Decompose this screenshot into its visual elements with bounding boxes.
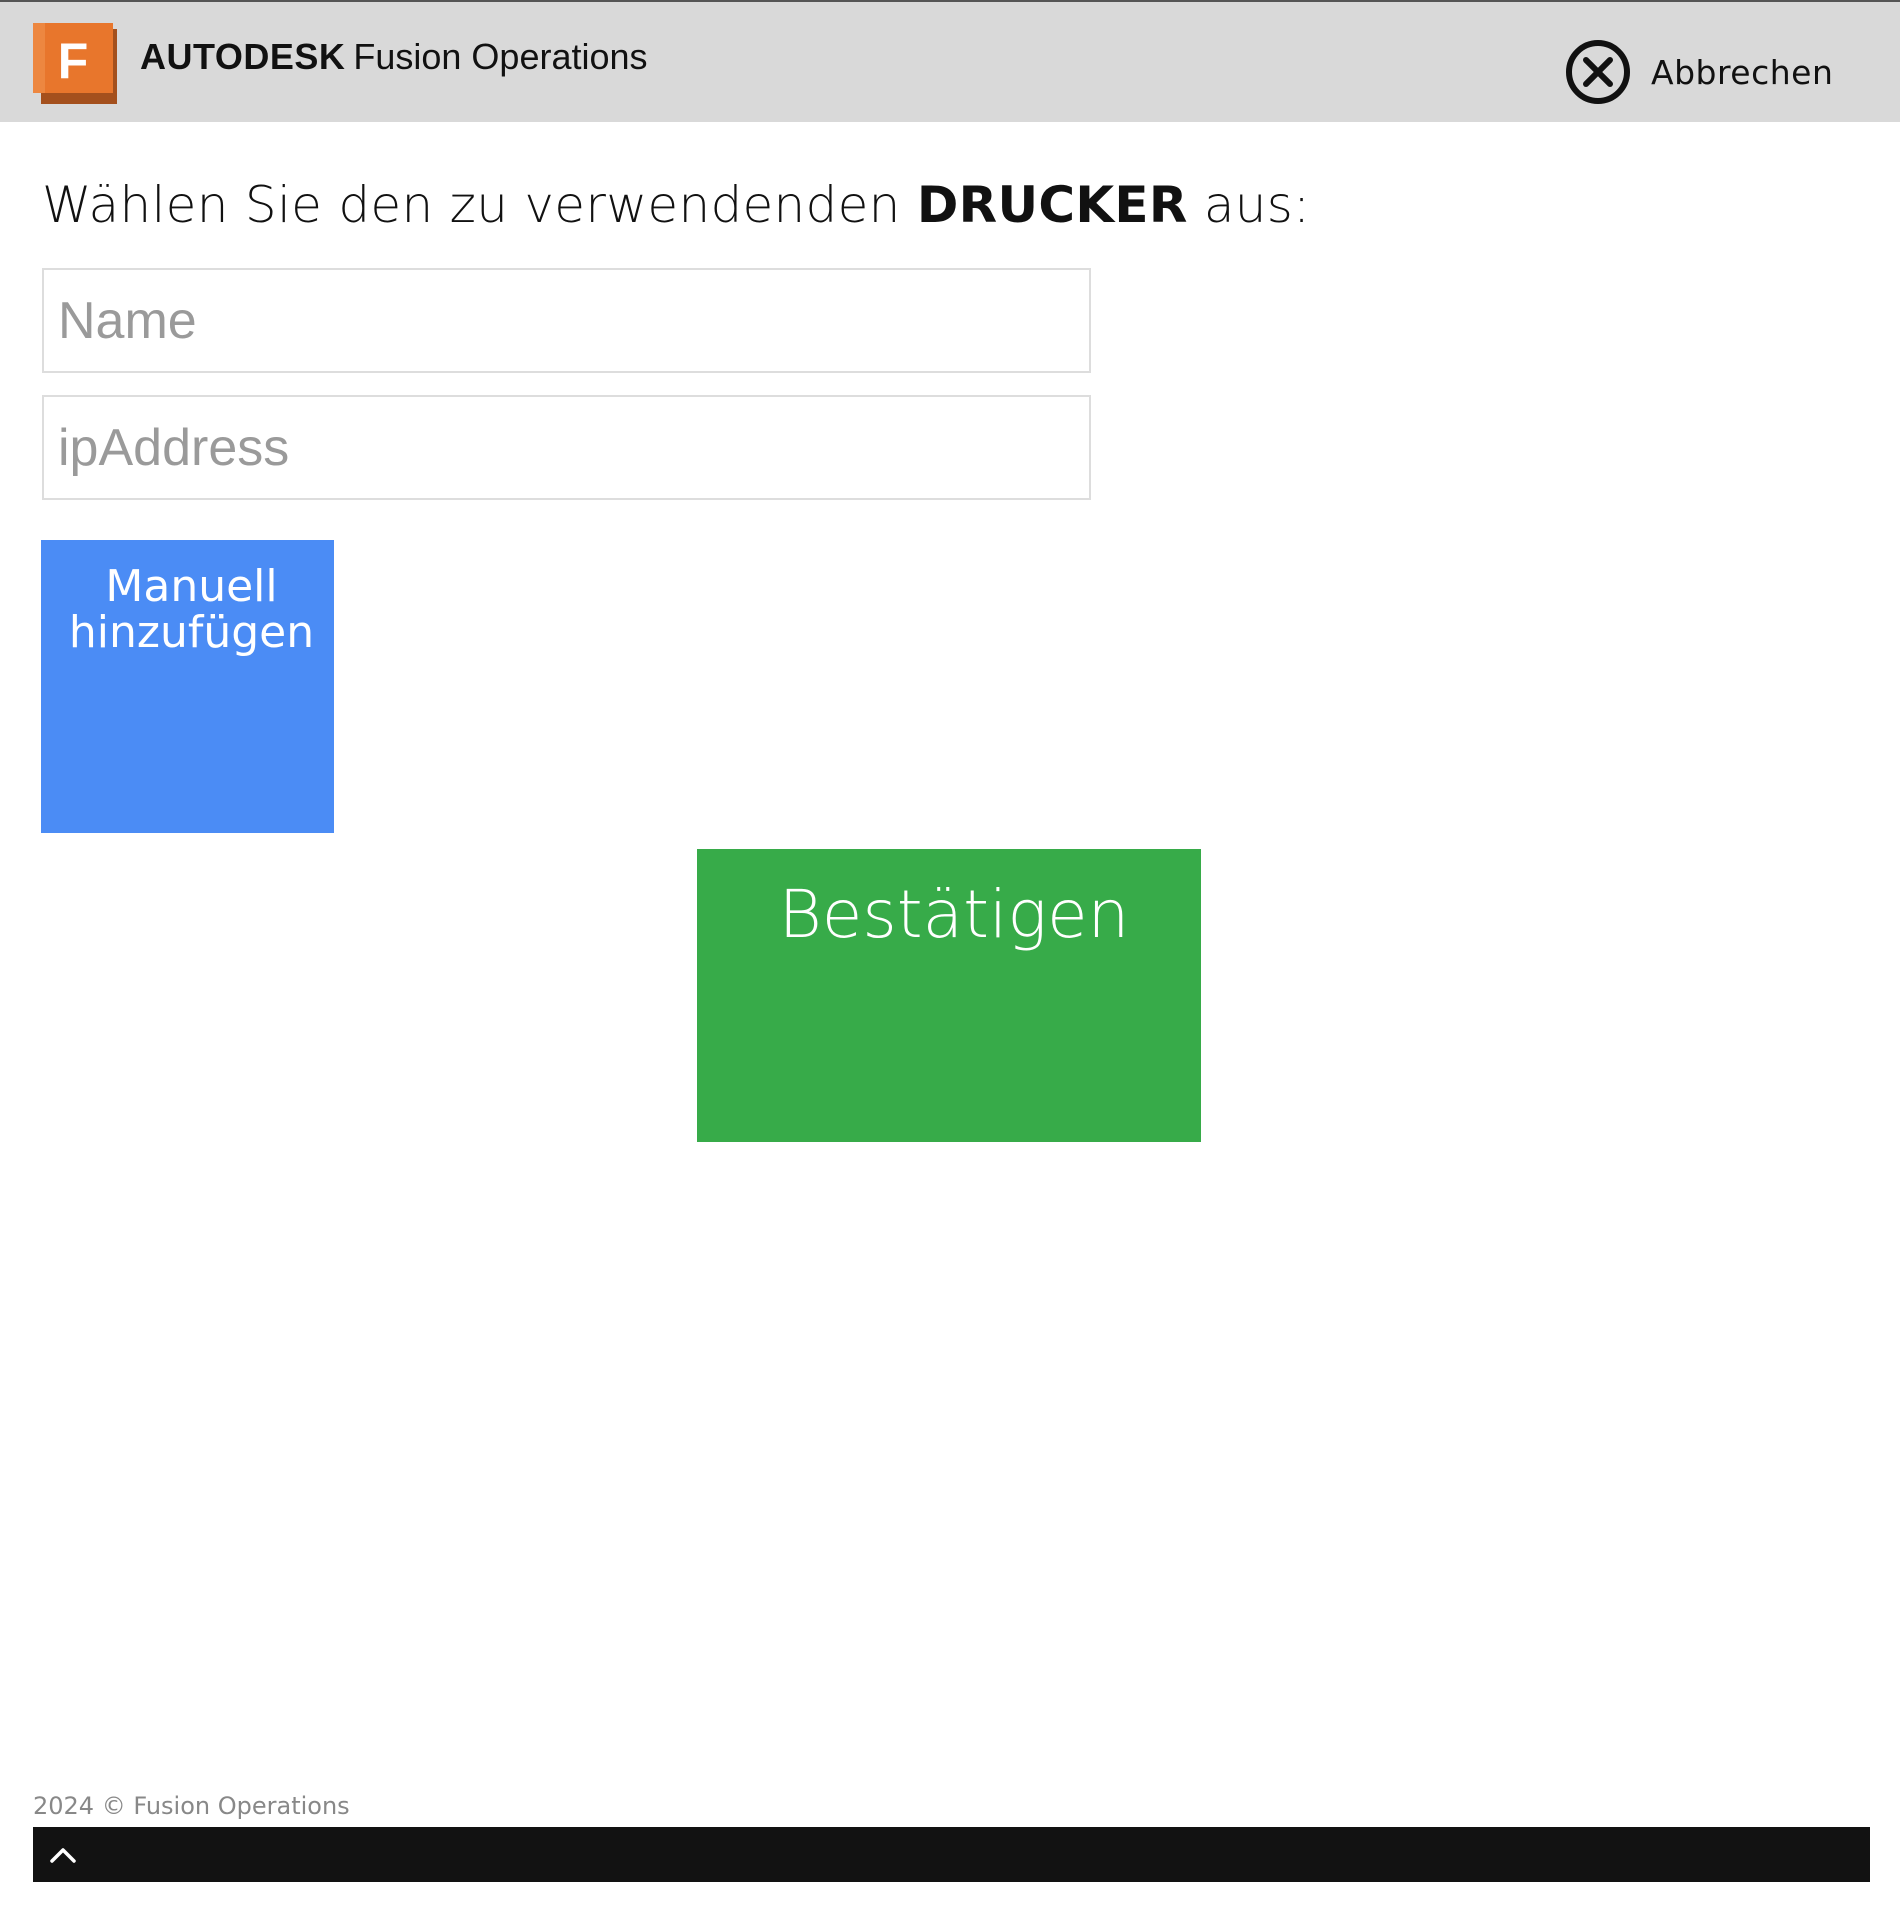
prompt-text-before: Wählen Sie den zu verwendenden (42, 176, 901, 234)
page: F AUTODESK Fusion Operations Abbrechen Wä… (0, 0, 1900, 1928)
manual-add-button[interactable]: Manuell hinzufügen (41, 540, 334, 833)
confirm-button[interactable]: Bestätigen (697, 849, 1201, 1142)
cancel-button[interactable]: Abbrechen (1565, 38, 1833, 106)
app-header: F AUTODESK Fusion Operations Abbrechen (0, 0, 1900, 122)
logo-letter: F (58, 33, 89, 89)
fusion-operations-logo-icon: F (33, 23, 121, 104)
chevron-up-icon (50, 1847, 76, 1863)
prompt-text-bold: DRUCKER (916, 176, 1188, 234)
name-input[interactable] (42, 268, 1091, 373)
brand-secondary: Fusion Operations (353, 36, 648, 77)
footer-bar (33, 1827, 1870, 1882)
manual-add-label-line2: hinzufügen (68, 607, 315, 658)
scroll-to-top-button[interactable] (41, 1827, 85, 1882)
brand-primary: AUTODESK (140, 36, 346, 77)
manual-add-label-line1: Manuell (105, 561, 278, 612)
page-title: Wählen Sie den zu verwendenden DRUCKER a… (42, 172, 1310, 238)
cancel-label: Abbrechen (1651, 52, 1834, 92)
confirm-label: Bestätigen (778, 876, 1130, 953)
copyright-text: 2024 © Fusion Operations (33, 1792, 350, 1820)
ip-address-input[interactable] (42, 395, 1091, 500)
brand-name: AUTODESK Fusion Operations (140, 33, 648, 81)
close-circle-icon (1566, 40, 1630, 104)
prompt-text-after: aus: (1203, 176, 1311, 234)
